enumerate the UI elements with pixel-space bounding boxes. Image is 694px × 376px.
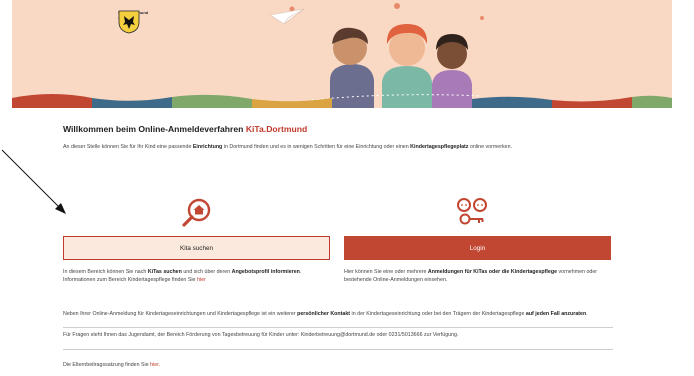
left-bold-2: Angebotsprofil informieren (231, 269, 300, 275)
intro-part-2: in Dortmund finden und es in wenigen Sch… (222, 144, 411, 150)
intro-part-1: An dieser Stelle können Sie für Ihr Kind… (63, 144, 193, 150)
title-prefix: Willkommen beim Online-Anmeldeverfahren (63, 124, 246, 134)
page-title: Willkommen beim Online-Anmeldeverfahren … (63, 124, 613, 134)
paper-plane-icon (269, 8, 305, 25)
info-text-2: in der Kindertageseinrichtung oder bei d… (350, 311, 526, 317)
header-illustration (12, 3, 672, 108)
parents-key-icon (457, 198, 487, 225)
login-description: Hier können Sie eine oder mehrere Anmeld… (344, 268, 614, 284)
dot-decoration (394, 3, 400, 9)
intro-part-3: online vormerken. (468, 144, 513, 150)
satzung-info: Die Elternbeitragssatzung finden Sie hie… (63, 361, 613, 369)
satzung-link[interactable]: hier. (150, 362, 160, 368)
info-bold-2: auf jeden Fall anzuraten (525, 311, 587, 317)
search-home-icon (182, 198, 211, 227)
contact-info: Für Fragen steht Ihnen das Jugendamt, de… (63, 332, 459, 338)
left-text-2: und sich über deren (181, 269, 232, 275)
left-text-1: In diesem Bereich können Sie nach (63, 269, 148, 275)
left-bold-1: KiTas suchen (147, 269, 182, 275)
arrow-annotation (1, 149, 66, 214)
kita-suchen-button[interactable]: Kita suchen (63, 236, 330, 260)
dortmund-eagle-icon (118, 10, 140, 34)
header-banner: Stadt Dortmund Jugendamt (12, 0, 672, 108)
welcome-section: Willkommen beim Online-Anmeldeverfahren … (63, 124, 613, 151)
city-logo[interactable]: Stadt Dortmund Jugendamt (118, 10, 148, 34)
right-text-1: Hier können Sie eine oder mehrere (344, 269, 428, 275)
child-illustration-middle (382, 24, 432, 108)
login-button[interactable]: Login (344, 236, 611, 260)
info-text-3: . (586, 311, 588, 317)
intro-text: An dieser Stelle können Sie für Ihr Kind… (63, 143, 613, 151)
dot-decoration (480, 16, 484, 20)
intro-bold-1: Einrichtung (192, 144, 223, 150)
feature-icons (63, 196, 613, 228)
satzung-text: Die Elternbeitragssatzung finden Sie (63, 362, 151, 368)
contact-advice: Neben Ihrer Online-Anmeldung für Kindert… (63, 310, 613, 318)
divider (63, 349, 613, 350)
right-bold-1: Anmeldungen für KiTas oder die Kindertag… (427, 269, 558, 275)
kita-description: In diesem Bereich können Sie nach KiTas … (63, 268, 333, 284)
info-bold-1: persönlicher Kontakt (297, 311, 351, 317)
divider (63, 327, 613, 328)
title-accent: KiTa.Dortmund (245, 124, 308, 134)
intro-bold-2: Kindertagespflegeplatz (410, 144, 469, 150)
kindertagespflege-link[interactable]: hier (197, 277, 206, 283)
info-text-1: Neben Ihrer Online-Anmeldung für Kindert… (63, 311, 298, 317)
child-illustration-right (432, 34, 472, 108)
